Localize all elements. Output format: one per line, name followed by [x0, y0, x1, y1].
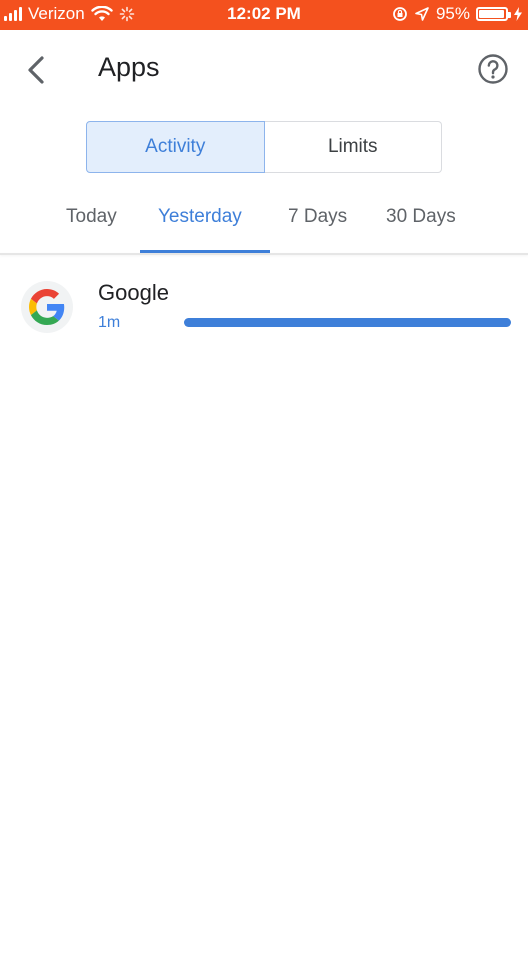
screen: Verizon 12:02 PM 95% Apps Activity Limit… — [0, 0, 528, 960]
back-button[interactable] — [16, 48, 56, 92]
app-usage-time: 1m — [98, 314, 121, 331]
charging-bolt-icon — [514, 7, 522, 21]
period-tabs: Today Yesterday 7 Days 30 Days — [0, 190, 528, 254]
location-arrow-icon — [415, 7, 429, 21]
orientation-lock-icon — [393, 7, 407, 21]
tab-yesterday[interactable]: Yesterday — [158, 206, 242, 228]
tab-today[interactable]: Today — [66, 206, 117, 228]
activity-limits-toggle: Activity Limits — [86, 121, 442, 173]
segment-limits[interactable]: Limits — [264, 121, 442, 173]
status-bar-right: 95% — [392, 4, 522, 24]
battery-percent: 95% — [435, 4, 470, 23]
app-header: Apps — [0, 30, 528, 114]
tab-7-days[interactable]: 7 Days — [288, 206, 347, 228]
app-usage-row[interactable]: Google 1m — [0, 262, 528, 342]
help-circle-icon — [478, 54, 508, 84]
segment-activity[interactable]: Activity — [86, 121, 265, 173]
usage-bar — [184, 318, 511, 327]
status-bar: Verizon 12:02 PM 95% — [0, 0, 528, 30]
usage-bar-fill — [184, 318, 511, 327]
tab-30-days[interactable]: 30 Days — [386, 206, 456, 228]
chevron-left-icon — [28, 56, 44, 84]
app-name: Google — [98, 280, 169, 305]
google-g-icon — [21, 281, 73, 333]
tabs-divider — [0, 253, 528, 255]
help-button[interactable] — [476, 52, 510, 86]
page-title: Apps — [98, 52, 160, 82]
battery-icon — [476, 7, 511, 21]
